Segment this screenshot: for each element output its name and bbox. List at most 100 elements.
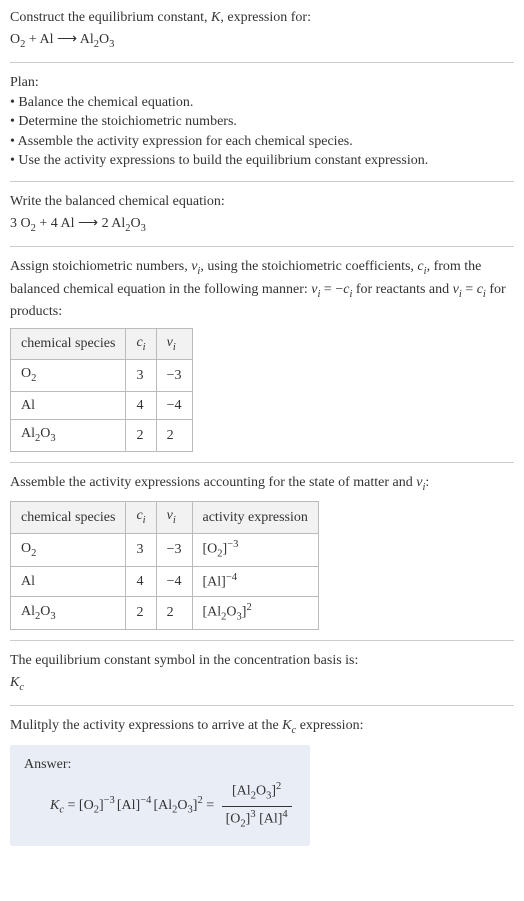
cell-activity: [Al2O3]2 — [192, 597, 318, 630]
cell-c: 3 — [126, 360, 156, 391]
intro-equation: O2 + Al ⟶ Al2O3 — [10, 30, 514, 52]
answer-box: Answer: Kc = [O2]−3[Al]−4[Al2O3]2 = [Al2… — [10, 745, 310, 846]
num-sup: 2 — [276, 781, 281, 792]
ans-k: K — [50, 798, 59, 813]
table-row: Al 4 −4 — [11, 391, 193, 420]
divider — [10, 181, 514, 182]
cell-nu: −3 — [156, 533, 192, 566]
cell-c: 4 — [126, 566, 156, 596]
divider — [10, 462, 514, 463]
stoich-table: chemical species ci νi O2 3 −3 Al 4 −4 A… — [10, 328, 193, 452]
cell-c: 3 — [126, 533, 156, 566]
plan-bullet-4: • Use the activity expressions to build … — [10, 151, 514, 171]
cell-nu: −4 — [156, 391, 192, 420]
balanced-block: Write the balanced chemical equation: 3 … — [10, 192, 514, 236]
ans-t2: [Al] — [117, 798, 140, 813]
stoich-t1: Assign stoichiometric numbers, — [10, 259, 191, 274]
col-c: ci — [126, 502, 156, 533]
cell-species: Al — [11, 391, 126, 420]
fraction-numerator: [Al2O3]2 — [222, 780, 292, 806]
col-nu: νi — [156, 502, 192, 533]
eq-o2: O — [99, 32, 109, 47]
cell-c: 2 — [126, 597, 156, 630]
ans-t2sup: −4 — [140, 796, 151, 807]
bal-1: 3 O — [10, 216, 31, 231]
multiply-block: Mulitply the activity expressions to arr… — [10, 716, 514, 845]
den-c-sup: 4 — [282, 809, 287, 820]
cell-activity: [Al]−4 — [192, 566, 318, 596]
sp-sub: 2 — [31, 373, 36, 384]
intro-text-2: , expression for: — [220, 10, 311, 25]
ae-sup: 2 — [246, 602, 251, 613]
fraction-denominator: [O2]3 [Al]4 — [222, 807, 292, 832]
divider — [10, 705, 514, 706]
ae-a: [Al — [203, 605, 222, 620]
balanced-title: Write the balanced chemical equation: — [10, 192, 514, 212]
table-header-row: chemical species ci νi — [11, 328, 193, 359]
col-species: chemical species — [11, 502, 126, 533]
answer-equation: Kc = [O2]−3[Al]−4[Al2O3]2 = [Al2O3]2[O2]… — [24, 780, 296, 831]
kc-k: K — [10, 675, 19, 690]
sp-a: Al — [21, 574, 35, 589]
sp-b: O — [40, 426, 50, 441]
table-header-row: chemical species ci νi activity expressi… — [11, 502, 319, 533]
plan-bullet-3: • Assemble the activity expression for e… — [10, 132, 514, 152]
stoich-r2b: = — [462, 282, 477, 297]
num-b: O — [256, 784, 266, 799]
den-c: [Al] — [256, 811, 283, 826]
sp-sub2: 3 — [50, 433, 55, 444]
sp-a: Al — [21, 398, 35, 413]
cell-nu: 2 — [156, 597, 192, 630]
stoich-t2: , using the stoichiometric coefficients, — [200, 259, 417, 274]
ans-t3b: O — [177, 798, 187, 813]
sp-sub2: 3 — [50, 611, 55, 622]
ans-t1sup: −3 — [104, 796, 115, 807]
sp-b: O — [40, 604, 50, 619]
cell-species: Al2O3 — [11, 597, 126, 630]
sp-sub: 2 — [31, 547, 36, 558]
sp-a: O — [21, 541, 31, 556]
stoich-block: Assign stoichiometric numbers, νi , using… — [10, 257, 514, 452]
sp-a: Al — [21, 426, 35, 441]
kc-symbol-block: The equilibrium constant symbol in the c… — [10, 651, 514, 695]
intro-k: K — [211, 10, 220, 25]
stoich-t4: for reactants and — [352, 282, 452, 297]
stoich-intro: Assign stoichiometric numbers, νi, using… — [10, 257, 514, 322]
cell-c: 2 — [126, 420, 156, 451]
multiply-line: Mulitply the activity expressions to arr… — [10, 716, 514, 738]
cell-activity: [O2]−3 — [192, 533, 318, 566]
ae-a: [Al] — [203, 575, 226, 590]
ans-eq2: = — [203, 798, 218, 813]
mul-b: expression: — [296, 718, 363, 733]
cell-nu: −4 — [156, 566, 192, 596]
col-nu-sub: i — [173, 341, 176, 352]
col-c-sub: i — [143, 515, 146, 526]
answer-fraction: [Al2O3]2[O2]3 [Al]4 — [222, 780, 292, 831]
col-c-sub: i — [143, 341, 146, 352]
answer-label: Answer: — [24, 755, 296, 775]
ae-a: [O — [203, 541, 218, 556]
plan-title: Plan: — [10, 73, 514, 93]
balanced-equation: 3 O2 + 4 Al ⟶ 2 Al2O3 — [10, 214, 514, 236]
cell-nu: −3 — [156, 360, 192, 391]
ae-b: O — [226, 605, 236, 620]
eq-al-sub2: 3 — [109, 38, 114, 49]
cell-c: 4 — [126, 391, 156, 420]
col-nu-sub: i — [173, 515, 176, 526]
act-t2: : — [425, 475, 429, 490]
cell-species: O2 — [11, 360, 126, 391]
bal-3: O — [131, 216, 141, 231]
cell-species: Al — [11, 566, 126, 596]
cell-species: Al2O3 — [11, 420, 126, 451]
intro-text-1: Construct the equilibrium constant, — [10, 10, 211, 25]
sp-a: O — [21, 366, 31, 381]
intro-block: Construct the equilibrium constant, K, e… — [10, 8, 514, 52]
activity-table: chemical species ci νi activity expressi… — [10, 501, 319, 630]
table-row: O2 3 −3 [O2]−3 — [11, 533, 319, 566]
col-nu: νi — [156, 328, 192, 359]
divider — [10, 62, 514, 63]
table-row: Al 4 −4 [Al]−4 — [11, 566, 319, 596]
col-activity: activity expression — [192, 502, 318, 533]
ans-t1: [O — [79, 798, 94, 813]
kc-symbol: Kc — [10, 673, 514, 695]
